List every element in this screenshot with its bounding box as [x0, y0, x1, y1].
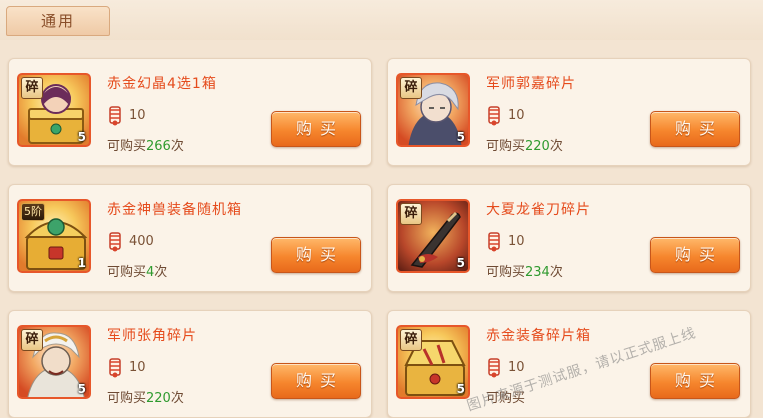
- purchase-limit: 可购买4次: [107, 261, 167, 280]
- scroll-currency-icon: [109, 358, 121, 378]
- scroll-currency-icon: [488, 106, 500, 126]
- item-cost: 10: [486, 355, 525, 379]
- item-cost: 10: [486, 103, 525, 127]
- remain-suffix: 次: [154, 265, 168, 280]
- tab-bar: [0, 0, 763, 40]
- shop-item-card: 5阶 1 赤金神兽装备随机箱 400 可购买4次 购买: [8, 184, 372, 292]
- remain-suffix: 次: [549, 265, 563, 280]
- purchase-limit: 可购买266次: [107, 135, 184, 154]
- remain-prefix: 可购买: [107, 391, 147, 406]
- item-name: 赤金幻晶4选1箱: [107, 76, 217, 92]
- item-name: 军师郭嘉碎片: [486, 76, 576, 92]
- item-thumbnail[interactable]: 碎 5: [17, 325, 91, 399]
- scroll-currency-icon: [109, 232, 121, 252]
- buy-button[interactable]: 购买: [271, 363, 361, 399]
- purchase-limit: 可购买220次: [486, 135, 563, 154]
- buy-button[interactable]: 购买: [271, 237, 361, 273]
- item-name: 军师张角碎片: [107, 328, 197, 344]
- item-name: 赤金装备碎片箱: [486, 328, 591, 344]
- cost-value: 10: [129, 359, 146, 375]
- buy-button[interactable]: 购买: [650, 237, 740, 273]
- buy-button[interactable]: 购买: [650, 363, 740, 399]
- scroll-currency-icon: [109, 106, 121, 126]
- item-cost: 10: [107, 355, 146, 379]
- tab-general[interactable]: 通用: [6, 6, 110, 36]
- fragment-badge: 碎: [400, 329, 422, 351]
- tier-badge: 5阶: [21, 203, 45, 221]
- stack-count: 5: [456, 130, 465, 144]
- remain-count: 220: [146, 391, 171, 406]
- scroll-currency-icon: [488, 232, 500, 252]
- cost-value: 400: [129, 233, 154, 249]
- remain-prefix: 可购买: [486, 265, 526, 280]
- item-thumbnail[interactable]: 碎 5: [396, 73, 470, 147]
- remain-suffix: 次: [170, 139, 184, 154]
- stack-count: 5: [456, 382, 465, 396]
- item-thumbnail[interactable]: 5阶 1: [17, 199, 91, 273]
- fragment-badge: 碎: [400, 203, 422, 225]
- remain-prefix: 可购买: [107, 139, 147, 154]
- item-thumbnail[interactable]: 碎 5: [396, 199, 470, 273]
- remain-count: 234: [525, 265, 550, 280]
- stack-count: 5: [456, 256, 465, 270]
- remain-suffix: 次: [549, 139, 563, 154]
- shop-item-card: 碎 5 赤金幻晶4选1箱 10 可购买266次 购买: [8, 58, 372, 166]
- item-name: 赤金神兽装备随机箱: [107, 202, 242, 218]
- fragment-badge: 碎: [21, 329, 43, 351]
- stack-count: 5: [77, 130, 86, 144]
- buy-button[interactable]: 购买: [271, 111, 361, 147]
- cost-value: 10: [508, 359, 525, 375]
- purchase-limit: 可购买220次: [107, 387, 184, 406]
- cost-value: 10: [129, 107, 146, 123]
- item-thumbnail[interactable]: 碎 5: [17, 73, 91, 147]
- remain-prefix: 可购买: [486, 139, 526, 154]
- cost-value: 10: [508, 233, 525, 249]
- purchase-limit: 可购买234次: [486, 261, 563, 280]
- remain-suffix: 次: [170, 391, 184, 406]
- shop-item-card: 碎 5 军师郭嘉碎片 10 可购买220次 购买: [387, 58, 751, 166]
- fragment-badge: 碎: [21, 77, 43, 99]
- shop-item-card: 碎 5 大夏龙雀刀碎片 10 可购买234次 购买: [387, 184, 751, 292]
- item-thumbnail[interactable]: 碎 5: [396, 325, 470, 399]
- stack-count: 1: [77, 256, 86, 270]
- remain-count: 220: [525, 139, 550, 154]
- fragment-badge: 碎: [400, 77, 422, 99]
- buy-button[interactable]: 购买: [650, 111, 740, 147]
- stack-count: 5: [77, 382, 86, 396]
- scroll-currency-icon: [488, 358, 500, 378]
- item-cost: 10: [107, 103, 146, 127]
- item-cost: 10: [486, 229, 525, 253]
- remain-count: 266: [146, 139, 171, 154]
- item-cost: 400: [107, 229, 154, 253]
- shop-item-card: 碎 5 军师张角碎片 10 可购买220次 购买: [8, 310, 372, 418]
- cost-value: 10: [508, 107, 525, 123]
- item-name: 大夏龙雀刀碎片: [486, 202, 591, 218]
- remain-prefix: 可购买: [107, 265, 147, 280]
